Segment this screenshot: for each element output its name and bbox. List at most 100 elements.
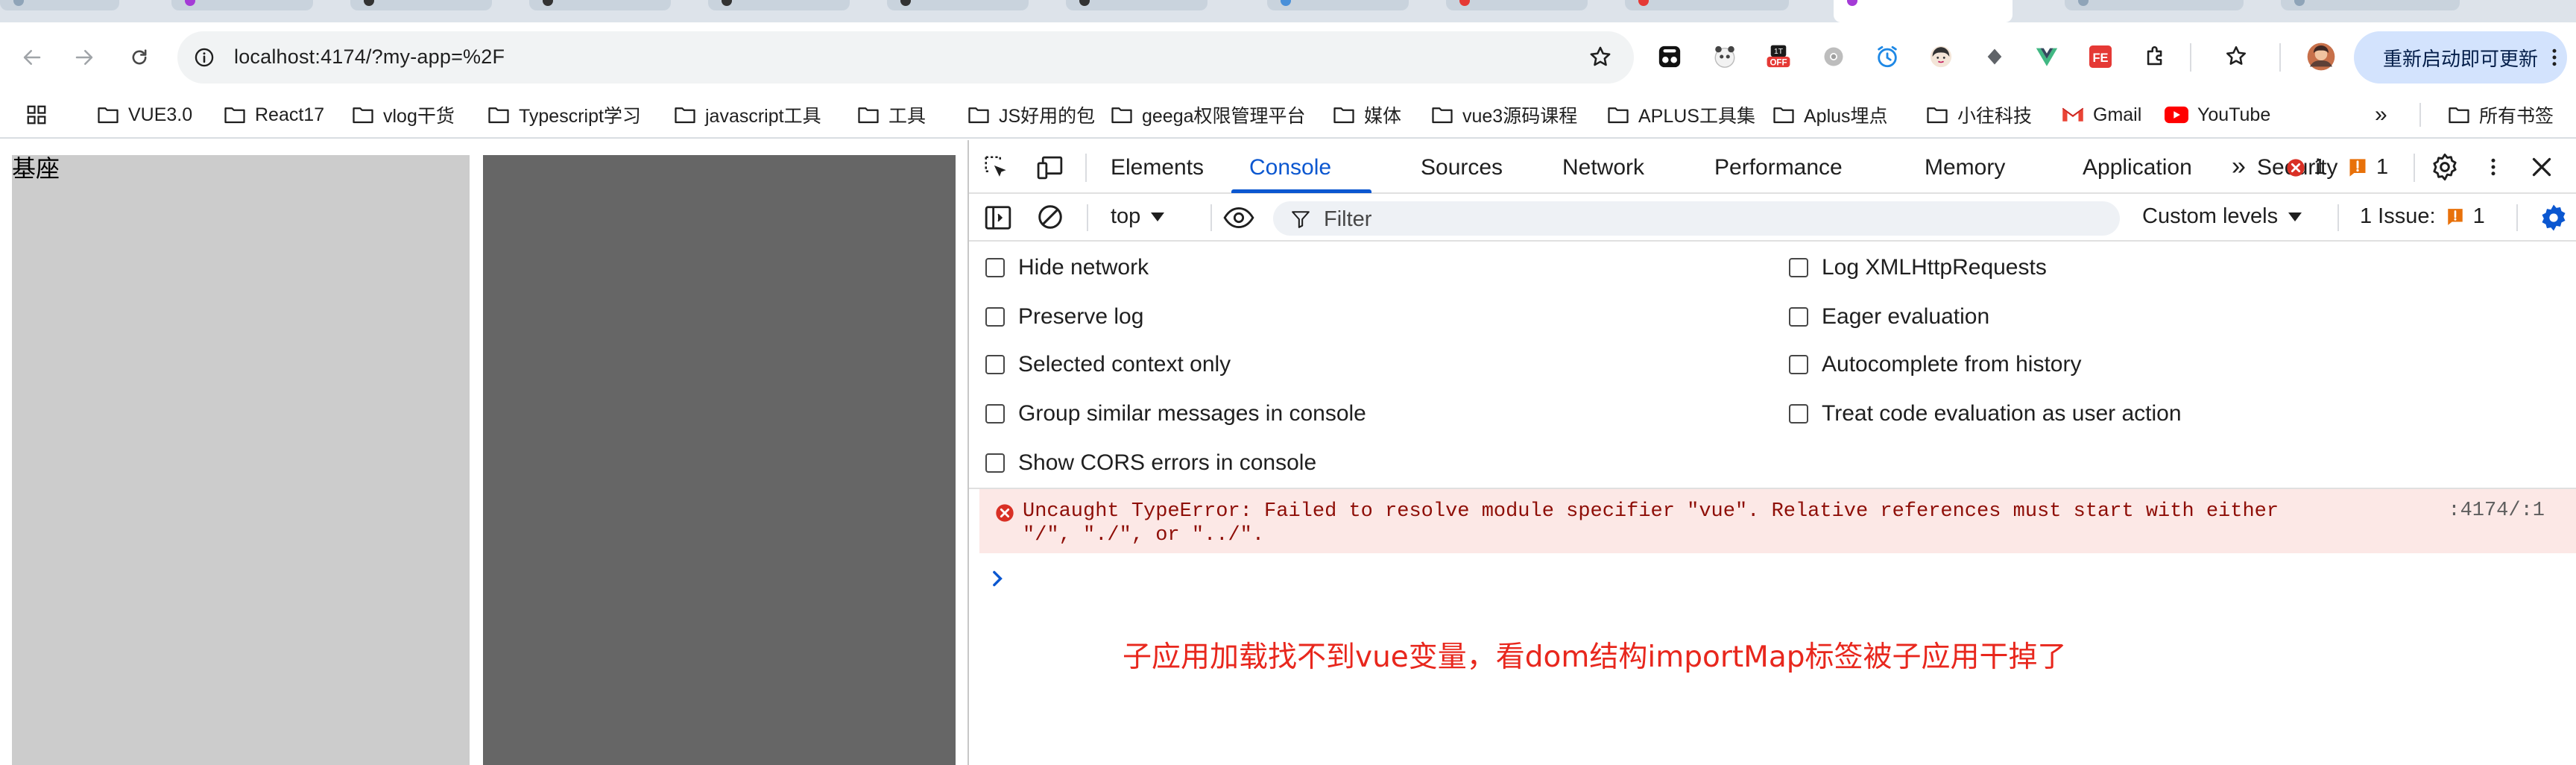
url-text[interactable]: localhost:4174/?my-app=%2F [234,45,505,69]
bookmark-item[interactable]: APLUS工具集 [1607,101,1755,128]
address-bar[interactable]: localhost:4174/?my-app=%2F [177,31,1634,84]
tampermonkey-icon[interactable] [1656,43,1683,70]
avatar-girl-icon[interactable] [1928,43,1954,70]
alarm-icon[interactable] [1874,43,1901,70]
puzzle-icon[interactable] [2142,43,2169,70]
console-settings-gear-icon[interactable] [2539,203,2569,233]
apps-grid-icon[interactable] [25,101,57,128]
browser-tab[interactable] [708,0,850,10]
star-list-icon[interactable] [2223,43,2250,70]
checkbox[interactable] [1789,355,1808,374]
sidebar-toggle-icon[interactable] [984,204,1012,231]
warning-icon [2349,158,2366,177]
tab-sources[interactable]: Sources [1421,155,1503,180]
checkbox[interactable] [985,258,1005,277]
back-button[interactable] [19,45,45,70]
tab-application[interactable]: Application [2083,155,2192,180]
bookmark-item[interactable]: React17 [224,101,324,128]
console-prompt[interactable] [991,570,1005,591]
folder-icon [1432,107,1453,124]
browser-tab[interactable] [1267,0,1409,10]
error-count-badge[interactable]: 1 [2285,155,2326,180]
checkbox[interactable] [985,404,1005,424]
bookmark-item[interactable]: vue3源码课程 [1431,101,1577,128]
tab-network[interactable]: Network [1562,155,1644,180]
console-setting-checkbox[interactable]: Group similar messages in console [985,401,1366,426]
browser-tab[interactable] [0,0,119,10]
log-levels-dropdown[interactable]: Custom levels [2142,204,2302,229]
clear-console-icon[interactable] [1036,203,1064,231]
browser-tab[interactable] [887,0,1029,10]
site-info-icon[interactable] [194,47,215,68]
tab-console[interactable]: Console [1249,155,1331,180]
bookmarks-overflow-button[interactable]: » [2375,101,2387,128]
checkbox[interactable] [985,453,1005,473]
menu-dots-icon[interactable] [2543,45,2566,74]
error-icon [996,504,1014,522]
more-tabs-button[interactable]: » [2232,152,2246,181]
close-icon[interactable] [2528,154,2555,180]
bookmark-item[interactable]: 工具 [857,101,926,128]
customize-menu-icon[interactable] [2482,152,2504,182]
checkbox-label: Autocomplete from history [1822,352,2082,377]
checkbox[interactable] [985,307,1005,327]
console-setting-checkbox[interactable]: Selected context only [985,352,1231,377]
checkbox[interactable] [1789,307,1808,327]
all-bookmarks-folder[interactable]: 所有书签 [2448,101,2554,128]
browser-tab[interactable] [1446,0,1588,10]
vue-icon[interactable] [2033,43,2060,70]
bookmark-item[interactable]: geega权限管理平台 [1111,101,1306,128]
bookmark-item[interactable]: YouTube [2165,101,2270,128]
restart-to-update-button[interactable]: 重新启动即可更新 [2354,31,2567,84]
live-expression-eye-icon[interactable] [1222,204,1255,231]
bookmark-item[interactable]: 媒体 [1333,101,1401,128]
browser-tab[interactable] [2065,0,2244,10]
error-source-link[interactable]: :4174/:1 [2448,500,2545,522]
fe-icon[interactable]: FE [2087,43,2114,70]
device-toolbar-icon[interactable] [1036,154,1066,182]
off-badge-icon[interactable]: 1T OFF [1765,43,1792,70]
bookmark-item[interactable]: javascript工具 [674,101,821,128]
tab-performance[interactable]: Performance [1714,155,1843,180]
diamond-icon[interactable] [1981,43,2008,70]
console-setting-checkbox[interactable]: Autocomplete from history [1789,352,2081,377]
console-error-message[interactable]: Uncaught TypeError: Failed to resolve mo… [979,489,2576,553]
bookmark-item[interactable]: VUE3.0 [97,101,192,128]
reload-button[interactable] [127,45,152,70]
browser-tab-active[interactable] [1834,0,2012,22]
browser-tab[interactable] [2281,0,2460,10]
inspect-element-icon[interactable] [982,154,1011,182]
browser-tab[interactable] [171,0,313,10]
checkbox[interactable] [985,355,1005,374]
browser-tab[interactable] [1066,0,1208,10]
bookmark-item[interactable]: Aplus埋点 [1772,101,1888,128]
bookmark-star-icon[interactable] [1588,44,1613,69]
chrome-gray-icon[interactable] [1820,43,1847,70]
bookmark-item[interactable]: JS好用的包 [967,101,1095,128]
filter-input[interactable]: Filter [1273,201,2120,236]
bookmark-item[interactable]: 小往科技 [1926,101,2032,128]
tab-elements[interactable]: Elements [1111,155,1204,180]
browser-tab[interactable] [1625,0,1789,10]
issues-button[interactable]: 1 Issue: 1 [2360,204,2485,229]
checkbox[interactable] [1789,404,1808,424]
console-setting-checkbox[interactable]: Preserve log [985,304,1143,330]
checkbox[interactable] [1789,258,1808,277]
settings-gear-icon[interactable] [2430,152,2460,182]
bookmark-item[interactable]: Typescript学习 [487,101,641,128]
bookmark-item[interactable]: Gmail [2062,101,2141,128]
panda-icon[interactable] [1711,43,1738,70]
browser-tab[interactable] [350,0,492,10]
forward-button[interactable] [72,45,97,70]
context-selector[interactable]: top [1111,204,1165,229]
console-setting-checkbox[interactable]: Log XMLHttpRequests [1789,255,2047,280]
console-setting-checkbox[interactable]: Treat code evaluation as user action [1789,401,2182,426]
console-setting-checkbox[interactable]: Show CORS errors in console [985,450,1316,476]
tab-memory[interactable]: Memory [1925,155,2005,180]
profile-avatar[interactable] [2306,42,2336,72]
console-setting-checkbox[interactable]: Hide network [985,255,1149,280]
console-setting-checkbox[interactable]: Eager evaluation [1789,304,1989,330]
browser-tab[interactable] [529,0,671,10]
bookmark-item[interactable]: vlog干货 [352,101,455,128]
warning-count-badge[interactable]: 1 [2348,155,2388,180]
